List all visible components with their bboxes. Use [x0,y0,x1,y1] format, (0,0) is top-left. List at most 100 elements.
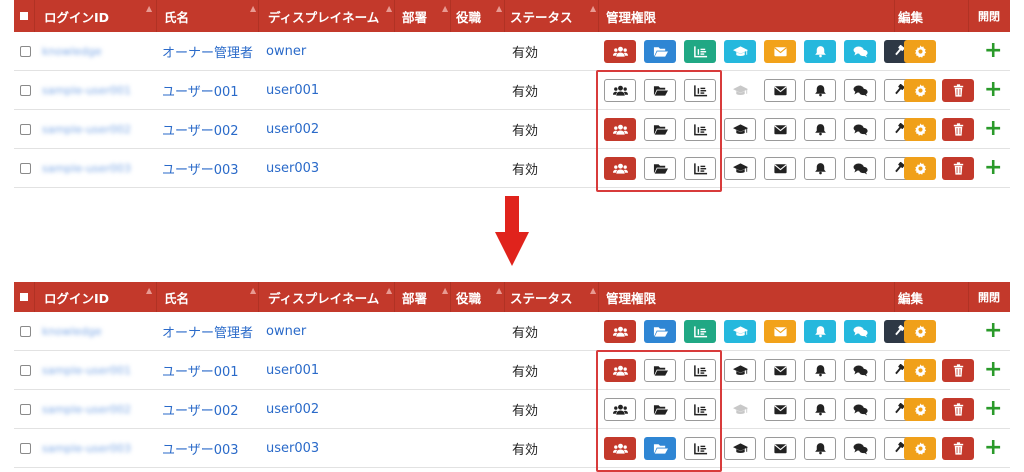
name-link[interactable]: オーナー管理者 [162,322,253,341]
login-id-link[interactable]: knowledge [42,45,102,58]
delete-user-button[interactable] [942,118,974,141]
edit-settings-button[interactable] [904,437,936,460]
display-name-cell[interactable]: user002 [266,390,319,428]
row-checkbox[interactable] [20,110,31,148]
permission-toggle-envelope[interactable] [764,157,796,180]
name-link[interactable]: ユーザー001 [162,361,239,380]
header-department[interactable]: 部署 [402,0,427,32]
expand-row-plus-icon[interactable]: + [984,157,1002,179]
name-cell[interactable]: オーナー管理者 [162,32,253,70]
delete-user-button[interactable] [942,359,974,382]
permission-toggle-bell[interactable] [804,118,836,141]
permission-toggle-bell[interactable] [804,320,836,343]
login-id-link[interactable]: sample-user002 [42,403,131,416]
display-name-link[interactable]: user002 [266,402,319,417]
edit-settings-button[interactable] [904,359,936,382]
display-name-cell[interactable]: user001 [266,351,319,389]
expand-row-plus-icon[interactable]: + [984,79,1002,101]
select-all-checkbox[interactable] [20,282,28,312]
sort-icon[interactable]: ▲ [386,286,392,295]
display-name-cell[interactable]: user002 [266,110,319,148]
name-link[interactable]: ユーザー002 [162,400,239,419]
name-link[interactable]: ユーザー003 [162,439,239,458]
permission-toggle-chart[interactable] [684,320,716,343]
name-cell[interactable]: ユーザー003 [162,429,239,467]
permission-toggle-users[interactable] [604,320,636,343]
delete-user-button[interactable] [942,437,974,460]
display-name-cell[interactable]: user003 [266,429,319,467]
login-id-cell[interactable]: knowledge [42,32,102,70]
permission-toggle-folder-open[interactable] [644,320,676,343]
login-id-cell[interactable]: sample-user002 [42,110,131,148]
name-link[interactable]: ユーザー003 [162,159,239,178]
login-id-link[interactable]: sample-user003 [42,442,131,455]
display-name-link[interactable]: user002 [266,122,319,137]
delete-user-button[interactable] [942,157,974,180]
expand-row-plus-icon[interactable]: + [984,437,1002,459]
expand-row-plus-icon[interactable]: + [984,118,1002,140]
sort-icon[interactable]: ▲ [386,4,392,13]
expand-row-plus-icon[interactable]: + [984,40,1002,62]
login-id-cell[interactable]: sample-user001 [42,71,131,109]
permission-toggle-envelope[interactable] [764,398,796,421]
permission-toggle-comments[interactable] [844,157,876,180]
login-id-link[interactable]: knowledge [42,325,102,338]
name-cell[interactable]: ユーザー001 [162,351,239,389]
login-id-cell[interactable]: sample-user003 [42,149,131,187]
edit-settings-button[interactable] [904,320,936,343]
display-name-cell[interactable]: user001 [266,71,319,109]
login-id-link[interactable]: sample-user003 [42,162,131,175]
name-cell[interactable]: ユーザー003 [162,149,239,187]
permission-toggle-envelope[interactable] [764,40,796,63]
permission-toggle-comments[interactable] [844,79,876,102]
permission-toggle-envelope[interactable] [764,437,796,460]
header-status[interactable]: ステータス [510,282,573,312]
permission-toggle-comments[interactable] [844,359,876,382]
permission-toggle-bell[interactable] [804,359,836,382]
permission-toggle-graduation-cap[interactable] [724,40,756,63]
permission-toggle-comments[interactable] [844,398,876,421]
permission-toggle-envelope[interactable] [764,359,796,382]
permission-toggle-bell[interactable] [804,40,836,63]
permission-toggle-graduation-cap[interactable] [724,118,756,141]
header-status[interactable]: ステータス [510,0,573,32]
permission-toggle-folder-open[interactable] [644,40,676,63]
permission-toggle-users[interactable] [604,40,636,63]
permission-toggle-graduation-cap[interactable] [724,157,756,180]
name-cell[interactable]: ユーザー002 [162,110,239,148]
expand-row-plus-icon[interactable]: + [984,398,1002,420]
sort-icon[interactable]: ▲ [590,286,596,295]
row-checkbox[interactable] [20,71,31,109]
sort-icon[interactable]: ▲ [442,286,448,295]
permission-toggle-comments[interactable] [844,320,876,343]
permission-toggle-bell[interactable] [804,157,836,180]
name-cell[interactable]: オーナー管理者 [162,312,253,350]
login-id-link[interactable]: sample-user001 [42,84,131,97]
permission-toggle-envelope[interactable] [764,118,796,141]
permission-toggle-bell[interactable] [804,398,836,421]
sort-icon[interactable]: ▲ [496,286,502,295]
login-id-link[interactable]: sample-user001 [42,364,131,377]
name-link[interactable]: ユーザー002 [162,120,239,139]
header-position[interactable]: 役職 [456,282,481,312]
row-checkbox[interactable] [20,312,31,350]
header-display-name[interactable]: ディスプレイネーム [268,282,379,312]
name-link[interactable]: オーナー管理者 [162,42,253,61]
row-checkbox[interactable] [20,351,31,389]
display-name-link[interactable]: user003 [266,161,319,176]
row-checkbox[interactable] [20,390,31,428]
display-name-cell[interactable]: owner [266,312,306,350]
sort-icon[interactable]: ▲ [250,286,256,295]
permission-toggle-chart[interactable] [684,40,716,63]
expand-row-plus-icon[interactable]: + [984,359,1002,381]
permission-toggle-comments[interactable] [844,40,876,63]
permission-toggle-graduation-cap[interactable] [724,398,756,421]
display-name-link[interactable]: owner [266,324,306,339]
row-checkbox[interactable] [20,429,31,467]
header-display-name[interactable]: ディスプレイネーム [268,0,379,32]
name-cell[interactable]: ユーザー002 [162,390,239,428]
sort-icon[interactable]: ▲ [146,286,152,295]
login-id-link[interactable]: sample-user002 [42,123,131,136]
name-cell[interactable]: ユーザー001 [162,71,239,109]
edit-settings-button[interactable] [904,157,936,180]
